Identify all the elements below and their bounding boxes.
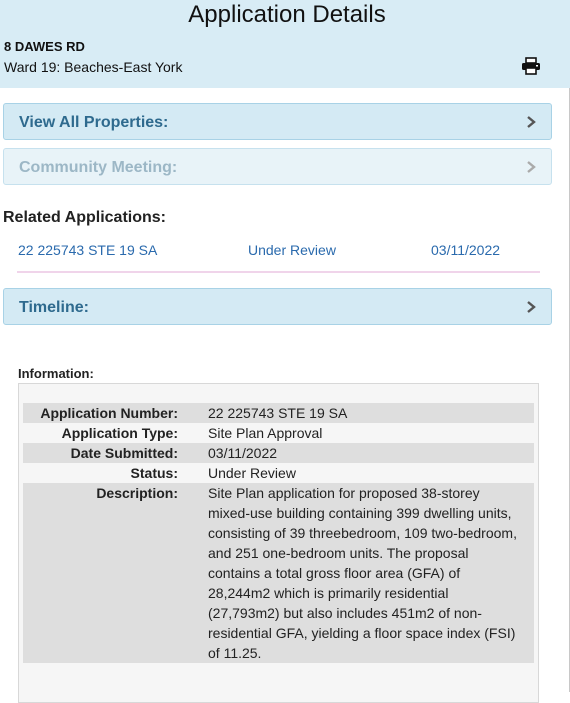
info-value: 03/11/2022 bbox=[208, 445, 278, 461]
info-label: Status: bbox=[130, 465, 178, 481]
chevron-right-icon bbox=[527, 116, 536, 128]
info-value: Site Plan Approval bbox=[208, 425, 323, 441]
related-application-row[interactable]: 22 225743 STE 19 SA Under Review 03/11/2… bbox=[17, 241, 540, 273]
chevron-right-icon bbox=[527, 301, 536, 313]
accordion-label: Community Meeting: bbox=[19, 159, 178, 176]
info-label: Description: bbox=[96, 485, 178, 501]
property-address: 8 DAWES RD bbox=[4, 39, 85, 54]
related-application-number[interactable]: 22 225743 STE 19 SA bbox=[18, 242, 157, 258]
info-value: Site Plan application for proposed 38-st… bbox=[208, 485, 517, 661]
info-label: Date Submitted: bbox=[70, 445, 178, 461]
info-label: Application Type: bbox=[61, 425, 178, 441]
information-heading: Information: bbox=[18, 366, 94, 381]
info-value: Under Review bbox=[208, 465, 296, 481]
view-all-properties-accordion[interactable]: View All Properties: bbox=[3, 103, 552, 140]
page-title: Application Details bbox=[188, 1, 386, 28]
page-header: Application Details 8 DAWES RD Ward 19: … bbox=[0, 0, 570, 88]
timeline-accordion[interactable]: Timeline: bbox=[3, 288, 552, 325]
information-table: Application Number: 22 225743 STE 19 SA … bbox=[23, 403, 534, 663]
info-value: 22 225743 STE 19 SA bbox=[208, 405, 348, 421]
info-row-date-submitted: Date Submitted: 03/11/2022 bbox=[23, 443, 534, 463]
accordion-label: Timeline: bbox=[19, 299, 89, 316]
info-row-application-number: Application Number: 22 225743 STE 19 SA bbox=[23, 403, 534, 423]
accordion-label: View All Properties: bbox=[19, 114, 169, 131]
info-row-application-type: Application Type: Site Plan Approval bbox=[23, 423, 534, 443]
printer-icon[interactable] bbox=[521, 57, 541, 75]
chevron-right-icon bbox=[527, 161, 536, 173]
info-row-description: Description: Site Plan application for p… bbox=[23, 483, 534, 663]
related-application-date[interactable]: 03/11/2022 bbox=[431, 242, 500, 258]
info-label: Application Number: bbox=[40, 405, 178, 421]
info-row-status: Status: Under Review bbox=[23, 463, 534, 483]
ward-name: Ward 19: Beaches-East York bbox=[4, 59, 183, 75]
community-meeting-accordion: Community Meeting: bbox=[3, 148, 552, 185]
related-applications-heading: Related Applications: bbox=[3, 209, 166, 226]
related-application-status[interactable]: Under Review bbox=[248, 242, 336, 258]
